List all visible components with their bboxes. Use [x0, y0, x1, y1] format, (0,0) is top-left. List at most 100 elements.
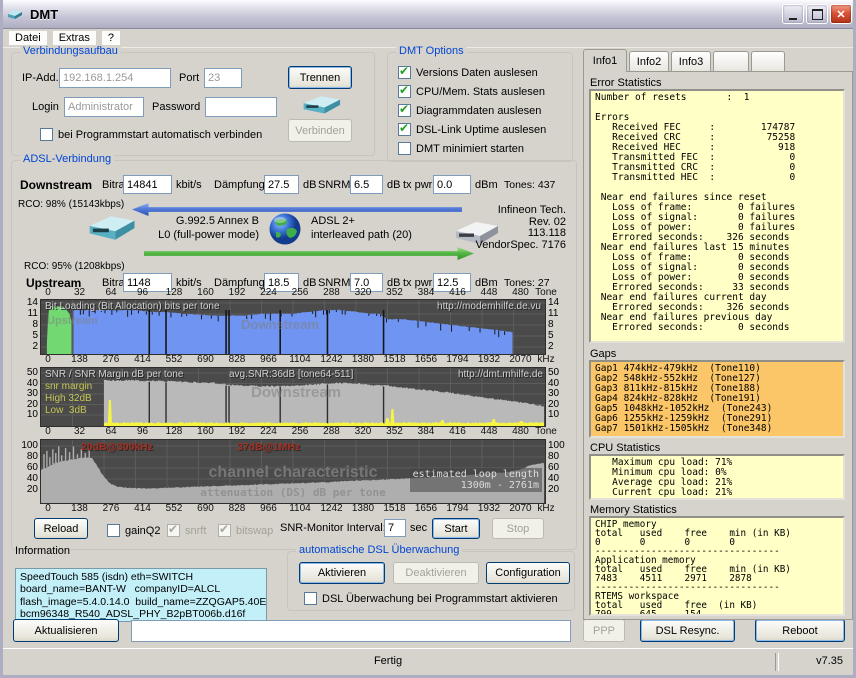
dsl-resync-button[interactable]: DSL Resync.: [640, 619, 735, 642]
tab-blank-2[interactable]: [751, 51, 785, 72]
bitswap-label: bitswap: [236, 525, 273, 537]
snr-chart-title: SNR / SNR Margin dB per tone: [45, 369, 183, 380]
snr-y-axis-right: 5040302010: [548, 367, 570, 425]
dmt-option-row: Versions Daten auslesen: [398, 63, 570, 82]
dmt-option-row: Diagrammdaten auslesen: [398, 101, 570, 120]
bitswap-checkbox[interactable]: [218, 524, 231, 537]
axis-tick-label: 8: [16, 319, 38, 330]
axis-tick-label: 128: [157, 287, 191, 298]
maximize-icon: [812, 9, 823, 20]
reload-button[interactable]: Reload: [34, 518, 88, 539]
port-label: Port: [179, 72, 199, 84]
activate-button[interactable]: Aktivieren: [299, 562, 385, 584]
password-label: Password: [152, 101, 200, 113]
minimize-button[interactable]: [782, 4, 804, 24]
dmt-options-list: Versions Daten auslesenCPU/Mem. Stats au…: [398, 63, 570, 158]
start-button[interactable]: Start: [432, 518, 480, 539]
downstream-txpwr-input[interactable]: [433, 175, 471, 194]
axis-tick-label: 1380: [346, 503, 380, 514]
axis-tick-label: 32: [63, 426, 97, 437]
bit-chart-title: Bit Loading (Bit Allocation) bits per to…: [45, 301, 220, 312]
gaps-box: Gap1 474kHz-479kHz (Tone110) Gap2 548kHz…: [589, 360, 845, 438]
globe-icon: [267, 211, 303, 250]
snrft-row: snrft: [167, 521, 206, 540]
tab-info1[interactable]: Info1: [583, 49, 627, 72]
menu-extras[interactable]: Extras: [53, 31, 96, 45]
axis-tick-label: 192: [220, 287, 254, 298]
status-divider: [775, 653, 779, 671]
axis-tick-label: 966: [252, 503, 286, 514]
axis-tick-label: 1932: [472, 354, 506, 365]
dmt-options-group: DMT Options Versions Daten auslesenCPU/M…: [387, 52, 573, 162]
snr-y-axis: 5040302010: [16, 367, 38, 425]
tab-info2[interactable]: Info2: [629, 51, 669, 72]
autoconnect-label: bei Programmstart automatisch verbinden: [58, 129, 262, 141]
cpu-statistics-box: Maximum cpu load: 71% Minimum cpu load: …: [589, 454, 845, 500]
ip-label: IP-Add.: [22, 72, 59, 84]
close-icon: ✕: [836, 8, 845, 21]
interval-input[interactable]: [384, 519, 406, 537]
axis-tick-label: 96: [126, 287, 160, 298]
tab-info3[interactable]: Info3: [671, 51, 711, 72]
axis-tick-label: 5: [16, 330, 38, 341]
downstream-snrm-input[interactable]: [350, 175, 383, 194]
atten-y-axis-right: 10080604020: [548, 439, 570, 502]
gainq2-checkbox[interactable]: [107, 524, 120, 537]
dmt-option-checkbox[interactable]: [398, 142, 411, 155]
menu-help[interactable]: ?: [102, 31, 120, 45]
axis-tick-label: 828: [220, 503, 254, 514]
snr-chart-url: http://dmt.mhilfe.de: [458, 369, 543, 380]
monitoring-startup-checkbox[interactable]: [304, 592, 317, 605]
deactivate-button[interactable]: Deaktivieren: [393, 562, 479, 584]
snrm-unit: dB: [387, 179, 400, 191]
axis-tick-label: 256: [283, 426, 317, 437]
adsl-group: ADSL-Verbindung Downstream Bitrate kbit/…: [11, 160, 577, 550]
axis-tick-label: 20: [548, 399, 570, 410]
dmt-option-checkbox[interactable]: [398, 66, 411, 79]
maximize-button[interactable]: [806, 4, 828, 24]
menu-datei[interactable]: Datei: [9, 31, 47, 45]
tab-blank-1[interactable]: [713, 51, 749, 72]
disconnect-button[interactable]: Trennen: [288, 66, 352, 89]
url-input[interactable]: [131, 620, 571, 642]
information-label: Information: [15, 545, 70, 557]
adsl-group-label: ADSL-Verbindung: [20, 153, 114, 165]
axis-tick-label: 384: [409, 287, 443, 298]
port-input[interactable]: [204, 68, 242, 88]
snrft-checkbox[interactable]: [167, 524, 180, 537]
refresh-button[interactable]: Aktualisieren: [13, 619, 119, 642]
cpu-statistics-label: CPU Statistics: [590, 442, 660, 454]
bitloading-chart: Upstream Downstream Bit Loading (Bit All…: [40, 299, 546, 355]
app-icon: [6, 6, 24, 23]
dmt-option-label: DMT minimiert starten: [416, 143, 524, 155]
status-bar: Fertig v7.35: [3, 648, 856, 675]
upstream-rco: RCO: 95% (1208kbps): [24, 261, 125, 272]
stop-button[interactable]: Stop: [492, 518, 544, 539]
password-input[interactable]: [205, 97, 277, 117]
snrft-label: snrft: [185, 525, 206, 537]
app-window: DMT ✕ Datei Extras ? Verbindungsaufbau I…: [0, 0, 856, 678]
snr-legend: snr margin High 32dB Low 3dB: [45, 381, 92, 417]
axis-tick-label: 138: [63, 354, 97, 365]
login-input[interactable]: [64, 97, 144, 117]
autoconnect-checkbox[interactable]: [40, 128, 53, 141]
downstream-attn-input[interactable]: [264, 175, 299, 194]
configuration-button[interactable]: Configuration: [486, 562, 570, 584]
reboot-button[interactable]: Reboot: [755, 619, 845, 642]
axis-tick-label: 1104: [283, 354, 317, 365]
bit-y-axis: 1411852: [16, 299, 38, 353]
bitloading-chart-row: 1411852 Upstream Downstream Bit Loading …: [12, 299, 578, 353]
close-button[interactable]: ✕: [830, 4, 852, 24]
axis-tick-label: 352: [378, 287, 412, 298]
dmt-option-checkbox[interactable]: [398, 85, 411, 98]
connect-button[interactable]: Verbinden: [288, 119, 352, 142]
dmt-option-checkbox[interactable]: [398, 104, 411, 117]
ip-input[interactable]: [59, 68, 171, 88]
downstream-bitrate-input[interactable]: [123, 175, 172, 194]
ppp-button[interactable]: PPP: [583, 619, 625, 642]
axis-tick-label: 5: [548, 330, 570, 341]
txpwr-label: tx pwr: [403, 179, 432, 191]
axis-tick-label: 352: [378, 426, 412, 437]
axis-tick-label: 690: [189, 503, 223, 514]
dmt-option-checkbox[interactable]: [398, 123, 411, 136]
